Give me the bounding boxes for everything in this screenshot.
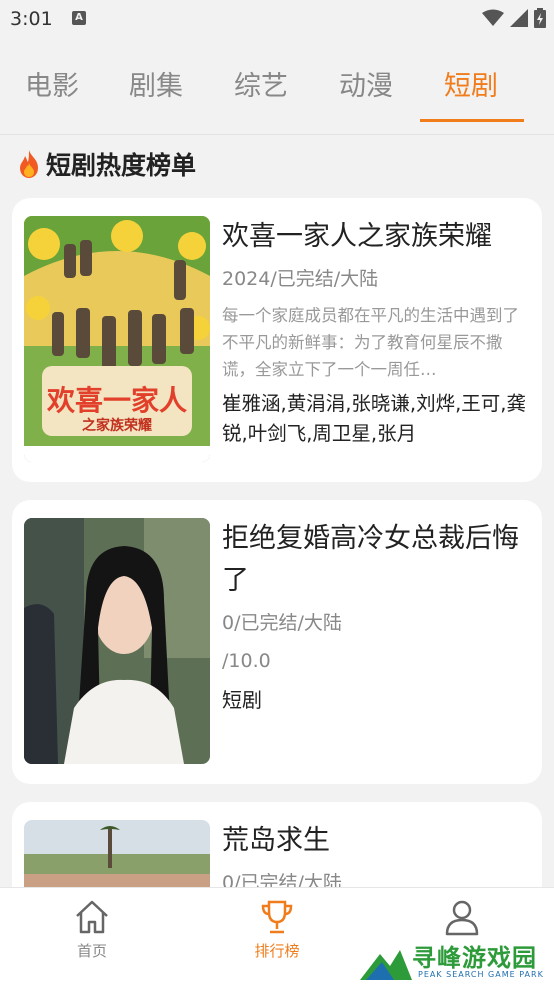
poster-art-1: 欢喜一家人 之家族荣耀	[24, 216, 210, 462]
card-genre: 短剧	[222, 688, 262, 712]
fire-icon	[20, 150, 38, 178]
wifi-icon	[482, 9, 504, 26]
ranking-card[interactable]: 欢喜一家人 之家族荣耀 欢喜一家人之家族荣耀 2024/已完结/大陆 每一个家庭…	[12, 198, 542, 482]
nav-home-label: 首页	[76, 942, 107, 960]
poster-subtitle: 之家族荣耀	[82, 417, 152, 434]
card-description: 每一个家庭成员都在平凡的生活中遇到了不平凡的新鲜事：为了教育何星辰不撒谎，全家立…	[222, 306, 519, 379]
poster-image[interactable]: 欢喜一家人 之家族荣耀	[24, 216, 210, 462]
card-title: 荒岛求生	[222, 825, 330, 856]
card-info: 拒绝复婚高冷女总裁后悔了 0/已完结/大陆 /10.0 短剧	[222, 518, 532, 714]
card-title: 拒绝复婚高冷女总裁后悔了	[222, 523, 519, 596]
tabs-divider	[0, 134, 554, 135]
section-header: 短剧热度榜单	[16, 146, 196, 182]
card-info: 荒岛求生 0/已完结/大陆	[222, 820, 532, 896]
nav-ranking[interactable]: 排行榜	[217, 888, 337, 968]
tab-short-drama[interactable]: 短剧	[438, 70, 504, 120]
status-time: 3:01	[10, 8, 53, 30]
active-tab-indicator	[420, 119, 524, 122]
tab-series[interactable]: 剧集	[126, 70, 186, 120]
section-title: 短剧热度榜单	[46, 151, 197, 180]
card-meta: 2024/已完结/大陆	[222, 268, 379, 290]
trophy-icon	[261, 900, 293, 934]
poster-title: 欢喜一家人	[46, 384, 187, 417]
tab-variety[interactable]: 综艺	[231, 70, 291, 120]
status-bar: 3:01 A	[0, 0, 554, 38]
watermark-text: 寻峰游戏园	[412, 944, 537, 972]
notification-icon: A	[72, 11, 86, 25]
watermark-logo-icon	[360, 950, 412, 980]
poster-art-2	[24, 518, 210, 764]
battery-icon	[534, 8, 546, 28]
card-meta: 0/已完结/大陆	[222, 612, 342, 634]
poster-image[interactable]	[24, 518, 210, 764]
card-cast: 崔雅涵,黄涓涓,张晓谦,刘烨,王可,龚锐,叶剑飞,周卫星,张月	[222, 392, 526, 445]
card-title: 欢喜一家人之家族荣耀	[222, 221, 492, 252]
card-info: 欢喜一家人之家族荣耀 2024/已完结/大陆 每一个家庭成员都在平凡的生活中遇到…	[222, 216, 532, 449]
ranking-card[interactable]: 拒绝复婚高冷女总裁后悔了 0/已完结/大陆 /10.0 短剧	[12, 500, 542, 784]
watermark-subtext: PEAK SEARCH GAME PARK	[418, 970, 544, 979]
category-tabs: 电影 剧集 综艺 动漫 短剧	[0, 62, 554, 124]
nav-ranking-label: 排行榜	[254, 942, 300, 960]
card-score: /10.0	[222, 650, 271, 672]
home-icon	[76, 900, 108, 934]
tab-anime[interactable]: 动漫	[336, 70, 396, 120]
signal-icon	[510, 9, 528, 27]
user-icon	[445, 900, 479, 936]
status-icons	[482, 8, 546, 28]
nav-home[interactable]: 首页	[32, 888, 152, 968]
tab-movie[interactable]: 电影	[22, 70, 82, 120]
watermark: 寻峰游戏园 PEAK SEARCH GAME PARK	[360, 936, 554, 986]
